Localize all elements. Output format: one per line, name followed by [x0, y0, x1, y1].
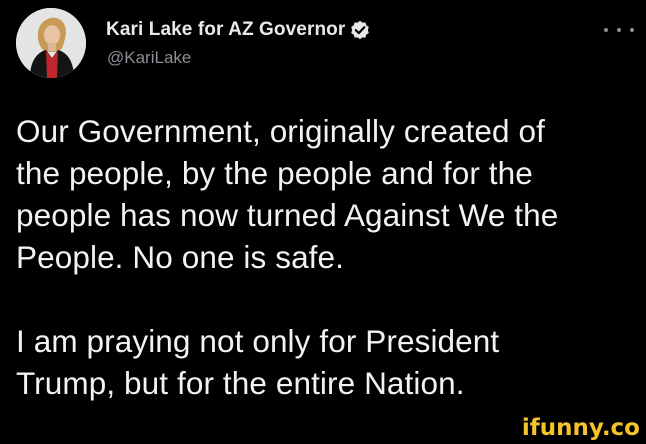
tweet-text-line: people has now turned Against We the: [16, 197, 559, 233]
tweet-text-line: I am praying not only for President: [16, 323, 500, 359]
more-dot-icon: [604, 28, 608, 32]
tweet-text-line: the people, by the people and for the: [16, 155, 533, 191]
profile-photo-icon: [16, 8, 86, 78]
tweet-text-line: Trump, but for the entire Nation.: [16, 365, 465, 401]
more-dot-icon: [617, 28, 621, 32]
tweet-text-line: Our Government, originally created of: [16, 113, 545, 149]
ifunny-watermark: ifunny.co: [521, 415, 640, 441]
author-handle[interactable]: @KariLake: [107, 48, 191, 68]
more-dot-icon: [630, 28, 634, 32]
tweet-card: Kari Lake for AZ Governor @KariLake Our …: [0, 0, 646, 444]
author-name-row: Kari Lake for AZ Governor: [106, 17, 370, 43]
verified-badge-icon: [350, 20, 370, 40]
display-name[interactable]: Kari Lake for AZ Governor: [106, 19, 345, 41]
tweet-text: Our Government, originally created of th…: [16, 110, 636, 404]
tweet-text-line: People. No one is safe.: [16, 239, 345, 275]
more-options-button[interactable]: [604, 23, 634, 37]
avatar[interactable]: [16, 8, 86, 78]
